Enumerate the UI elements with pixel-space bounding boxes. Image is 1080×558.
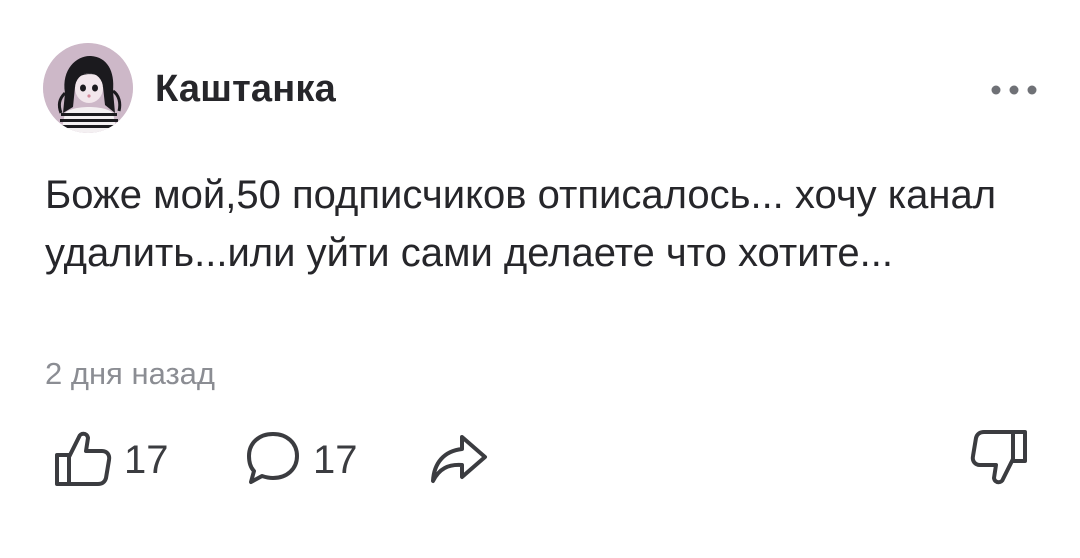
- thumbs-up-icon: [52, 427, 114, 494]
- comment-bubble-icon: [243, 428, 303, 493]
- avatar[interactable]: [43, 43, 133, 133]
- post-timestamp: 2 дня назад: [45, 356, 216, 391]
- dislike-button[interactable]: [968, 428, 1030, 492]
- comment-count: 17: [313, 438, 358, 482]
- share-arrow-icon: [428, 427, 490, 494]
- comment-button[interactable]: 17: [243, 428, 358, 492]
- thumbs-down-icon: [968, 427, 1030, 494]
- like-count: 17: [124, 438, 169, 482]
- more-options-icon[interactable]: [984, 72, 1044, 108]
- post-card: Каштанка Боже мой,50 подписчиков отписал…: [0, 0, 1080, 558]
- share-button[interactable]: [428, 428, 490, 492]
- post-text: Боже мой,50 подписчиков отписалось... хо…: [45, 173, 997, 275]
- avatar-image: [43, 43, 133, 133]
- like-button[interactable]: 17: [52, 428, 169, 492]
- author-name[interactable]: Каштанка: [155, 67, 336, 111]
